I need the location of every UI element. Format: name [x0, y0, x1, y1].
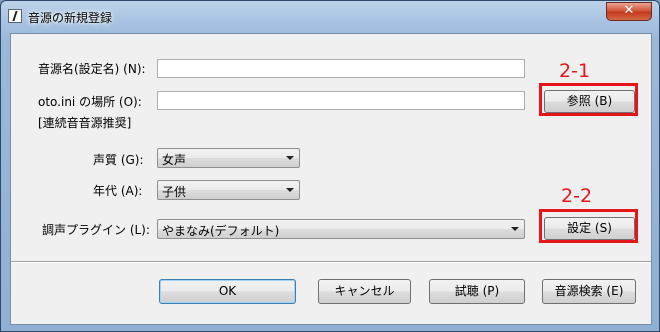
window-title: 音源の新規登録: [28, 11, 113, 25]
close-button[interactable]: ✕: [606, 2, 652, 21]
divider: [11, 261, 651, 263]
plugin-select-value: やまなみ(デフォルト): [162, 224, 280, 238]
age-select[interactable]: 子供: [157, 180, 300, 200]
annotation-box-2-2: [539, 209, 638, 243]
name-input[interactable]: [157, 59, 525, 78]
voice-label: 声質 (G):: [93, 153, 144, 167]
cancel-button[interactable]: キャンセル: [318, 279, 411, 304]
dialog-window: 音源の新規登録 ✕ 音源名(設定名) (N): oto.ini の場所 (O):…: [0, 0, 660, 332]
plugin-label: 調声プラグイン (L):: [42, 223, 150, 237]
name-label: 音源名(設定名) (N):: [38, 62, 146, 76]
app-icon: [8, 9, 22, 23]
otoini-note: [連続音音源推奨]: [38, 116, 132, 130]
age-label: 年代 (A):: [93, 184, 143, 198]
voice-select-value: 女声: [162, 153, 187, 167]
dialog-body: 音源名(設定名) (N): oto.ini の場所 (O): [連続音音源推奨]…: [10, 33, 652, 325]
annotation-label-2-1: 2-1: [559, 60, 591, 82]
otoini-path-input[interactable]: [157, 91, 525, 110]
chevron-down-icon: [286, 188, 294, 192]
search-voicebank-button[interactable]: 音源検索 (E): [542, 279, 636, 304]
voice-select[interactable]: 女声: [157, 148, 300, 168]
chevron-down-icon: [511, 227, 519, 231]
preview-button[interactable]: 試聴 (P): [429, 279, 525, 304]
otoini-label: oto.ini の場所 (O):: [38, 95, 142, 109]
annotation-label-2-2: 2-2: [561, 185, 593, 207]
age-select-value: 子供: [162, 185, 187, 199]
ok-button[interactable]: OK: [159, 279, 296, 304]
annotation-box-2-1: [539, 83, 638, 116]
plugin-select[interactable]: やまなみ(デフォルト): [157, 219, 525, 239]
title-bar[interactable]: 音源の新規登録 ✕: [1, 1, 659, 33]
chevron-down-icon: [286, 156, 294, 160]
